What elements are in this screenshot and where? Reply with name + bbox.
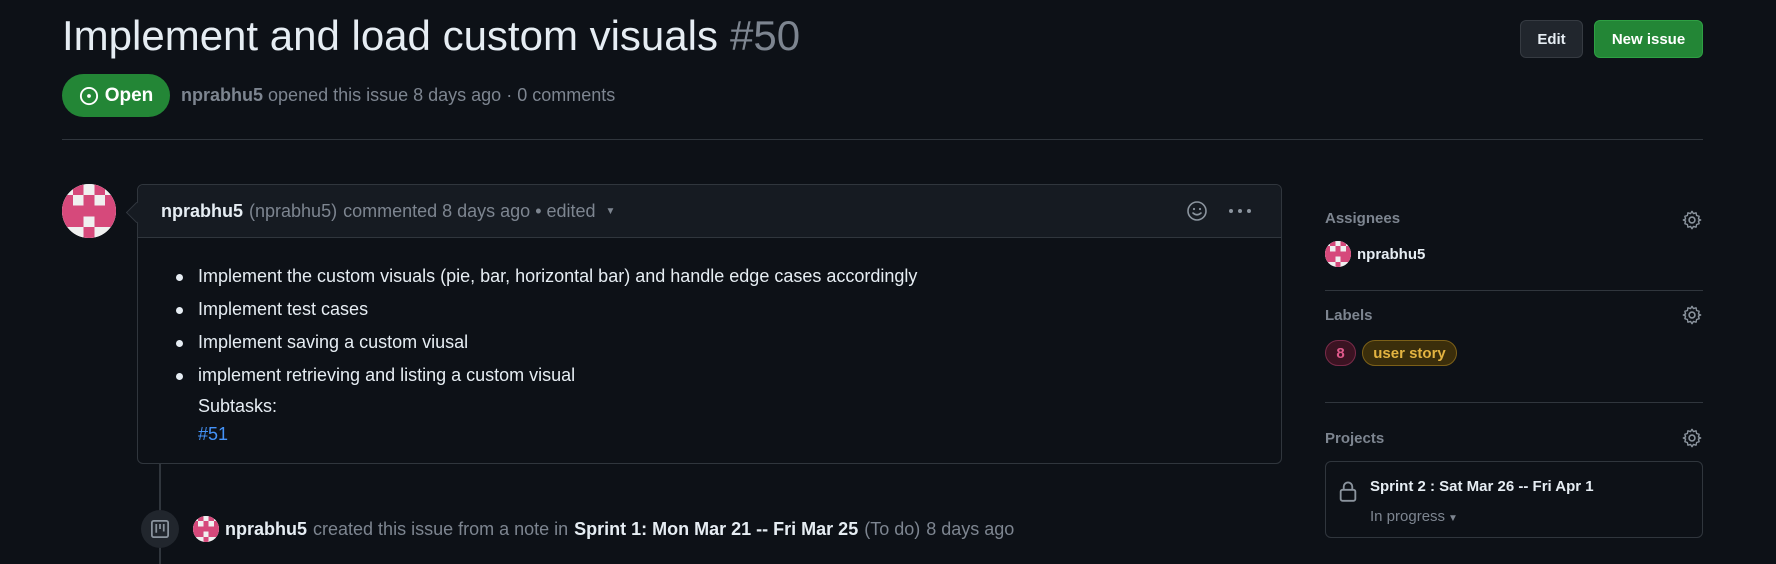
project-status-dropdown[interactable]: In progress ▼ — [1370, 508, 1458, 525]
assignees-label: Assignees — [1325, 210, 1401, 227]
subtask-link[interactable]: #51 — [198, 424, 228, 444]
comment-body: Implement the custom visuals (pie, bar, … — [138, 238, 1281, 448]
label-user-story[interactable]: user story — [1362, 340, 1457, 366]
issue-comment: nprabhu5 (nprabhu5) commented 8 days ago… — [137, 184, 1282, 464]
project-board-icon — [141, 510, 179, 548]
labels-label: Labels — [1325, 307, 1373, 324]
subtasks-label: Subtasks: — [198, 396, 278, 416]
event-text: created this issue from a note in — [313, 518, 569, 539]
issue-open-icon — [79, 86, 98, 105]
comment-header: nprabhu5 (nprabhu5) commented 8 days ago… — [138, 185, 1281, 238]
comment-author[interactable]: nprabhu5 — [161, 201, 243, 222]
labels-list: 8 user story — [1325, 340, 1703, 366]
event-actor[interactable]: nprabhu5 — [225, 519, 307, 540]
issue-meta-detail: opened this issue 8 days ago · 0 comment… — [268, 85, 616, 105]
projects-gear-icon[interactable] — [1681, 427, 1703, 449]
assignee-name: nprabhu5 — [1357, 245, 1426, 263]
more-options-icon[interactable] — [1227, 199, 1253, 223]
labels-section: Labels 8 user story — [1325, 291, 1703, 403]
state-label: Open — [104, 84, 154, 106]
comment-actions — [1185, 199, 1253, 223]
chevron-down-icon: ▼ — [1448, 513, 1458, 524]
issue-author-link[interactable]: nprabhu5 — [181, 85, 263, 105]
edit-button[interactable]: Edit — [1520, 20, 1583, 58]
list-item: Implement saving a custom viusal — [176, 326, 1281, 359]
task-list: Implement the custom visuals (pie, bar, … — [176, 260, 1281, 392]
assignee-avatar — [1325, 241, 1351, 267]
projects-label: Projects — [1325, 430, 1385, 447]
issue-page: Implement and load custom visuals #50 Ed… — [0, 0, 1776, 564]
header-divider — [62, 139, 1703, 140]
event-project-link[interactable]: Sprint 1: Mon Mar 21 -- Fri Mar 25 — [574, 519, 858, 540]
subtask-link-wrap: #51 — [176, 420, 1281, 448]
add-reaction-icon[interactable] — [1185, 199, 1209, 223]
lock-icon — [1339, 481, 1357, 502]
assignees-gear-icon[interactable] — [1681, 209, 1703, 231]
projects-section: Projects Sprint 2 : Sat Mar 26 -- Fri Ap… — [1325, 403, 1703, 564]
issue-meta-text: nprabhu5 opened this issue 8 days ago · … — [181, 85, 615, 106]
event-time: 8 days ago — [926, 518, 1015, 539]
state-badge: Open — [62, 74, 170, 117]
comment-meta: commented 8 days ago • edited — [343, 200, 596, 221]
project-card[interactable]: Sprint 2 : Sat Mar 26 -- Fri Apr 1 In pr… — [1325, 461, 1703, 538]
label-8[interactable]: 8 — [1325, 340, 1356, 366]
issue-meta: Open nprabhu5 opened this issue 8 days a… — [62, 74, 615, 117]
event-actor-avatar[interactable] — [193, 516, 219, 542]
assignees-section: Assignees nprabhu5 — [1325, 200, 1703, 291]
list-item: Implement the custom visuals (pie, bar, … — [176, 260, 1281, 293]
comment-author-handle: (nprabhu5) — [249, 200, 338, 221]
issue-title: Implement and load custom visuals — [62, 12, 718, 59]
project-status: In progress — [1370, 508, 1446, 525]
edit-history-caret-icon[interactable]: ▼ — [606, 206, 616, 217]
timeline-event: nprabhu5 created this issue from a note … — [193, 516, 1014, 542]
issue-number: #50 — [729, 12, 801, 59]
event-column: (To do) — [864, 518, 921, 539]
labels-gear-icon[interactable] — [1681, 304, 1703, 326]
project-name[interactable]: Sprint 2 : Sat Mar 26 -- Fri Apr 1 — [1370, 478, 1594, 495]
list-item: implement retrieving and listing a custo… — [176, 359, 1281, 392]
new-issue-button[interactable]: New issue — [1594, 20, 1703, 58]
assignee-item[interactable]: nprabhu5 — [1325, 241, 1703, 267]
header-actions: Edit New issue — [1520, 20, 1703, 58]
list-item: Implement test cases — [176, 293, 1281, 326]
issue-sidebar: Assignees nprabhu5 Labels 8 user story P… — [1325, 200, 1703, 564]
issue-title-row: Implement and load custom visuals #50 — [62, 12, 800, 60]
comment-author-avatar[interactable] — [62, 184, 116, 238]
